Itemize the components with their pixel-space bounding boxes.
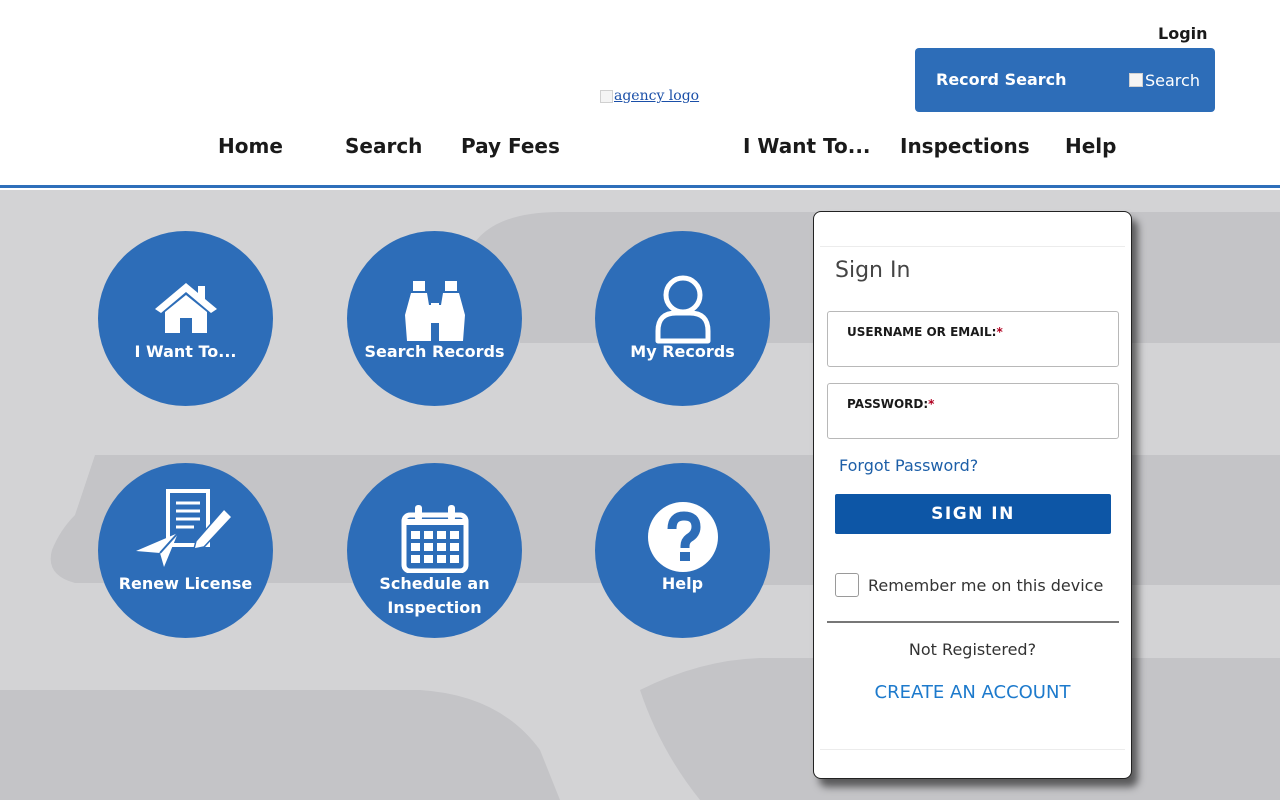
agency-logo-alt-text: agency logo [614, 88, 700, 104]
nav-home[interactable]: Home [218, 134, 283, 158]
question-icon [647, 502, 718, 572]
broken-image-icon [600, 89, 613, 103]
remember-me[interactable]: Remember me on this device [835, 573, 1103, 597]
username-field[interactable]: USERNAME OR EMAIL:* [827, 311, 1119, 367]
record-search-button[interactable]: Search [1129, 68, 1201, 92]
record-search-label: Record Search [936, 70, 1067, 89]
tile-renew-license[interactable]: Renew License [98, 463, 273, 638]
sign-in-title: Sign In [835, 258, 911, 283]
divider [820, 246, 1125, 247]
required-mark: * [928, 397, 935, 411]
sign-in-panel: Sign In USERNAME OR EMAIL:* PASSWORD:* F… [813, 211, 1132, 779]
tile-label-line1: Schedule an [379, 574, 490, 593]
tile-schedule-inspection[interactable]: Schedule an Inspection [347, 463, 522, 638]
tile-label: My Records [630, 342, 735, 361]
site-header: Login Record Search Search agency logo H… [0, 0, 1280, 188]
tile-label: Search Records [364, 342, 505, 361]
house-icon [154, 283, 217, 333]
tile-my-records[interactable]: My Records [595, 231, 770, 406]
nav-inspections[interactable]: Inspections [900, 134, 1030, 158]
nav-help[interactable]: Help [1065, 134, 1116, 158]
tile-label-line2: Inspection [387, 598, 482, 617]
tile-label: Renew License [118, 574, 253, 593]
remember-me-label: Remember me on this device [868, 575, 1104, 595]
divider [827, 621, 1119, 623]
login-link[interactable]: Login [1158, 24, 1208, 43]
password-input[interactable] [846, 414, 1108, 434]
nav-pay-fees[interactable]: Pay Fees [461, 134, 560, 158]
forgot-password-link[interactable]: Forgot Password? [839, 456, 978, 475]
password-field[interactable]: PASSWORD:* [827, 383, 1119, 439]
binoculars-icon [404, 281, 465, 341]
remember-me-checkbox[interactable] [835, 573, 859, 597]
calendar-icon [401, 505, 468, 573]
user-icon [655, 275, 710, 344]
agency-logo-link[interactable]: agency logo [600, 88, 699, 104]
nav-i-want-to[interactable]: I Want To... [743, 134, 871, 158]
record-search-box: Record Search Search [915, 48, 1215, 112]
tile-help[interactable]: Help [595, 463, 770, 638]
create-account-link[interactable]: CREATE AN ACCOUNT [814, 682, 1131, 703]
password-label: PASSWORD:* [847, 397, 935, 411]
username-label: USERNAME OR EMAIL:* [847, 325, 1003, 339]
required-mark: * [996, 325, 1003, 339]
record-search-button-label: Search [1145, 70, 1200, 90]
tile-i-want-to[interactable]: I Want To... [98, 231, 273, 406]
document-pen-icon [135, 489, 233, 567]
username-input[interactable] [846, 342, 1108, 362]
divider [820, 749, 1125, 750]
sign-in-button[interactable]: SIGN IN [835, 494, 1111, 534]
not-registered-text: Not Registered? [908, 640, 1037, 659]
tile-label: Help [661, 574, 704, 593]
search-icon [1129, 73, 1143, 87]
nav-search[interactable]: Search [345, 134, 422, 158]
tile-search-records[interactable]: Search Records [347, 231, 522, 406]
tile-label: I Want To... [134, 342, 237, 361]
